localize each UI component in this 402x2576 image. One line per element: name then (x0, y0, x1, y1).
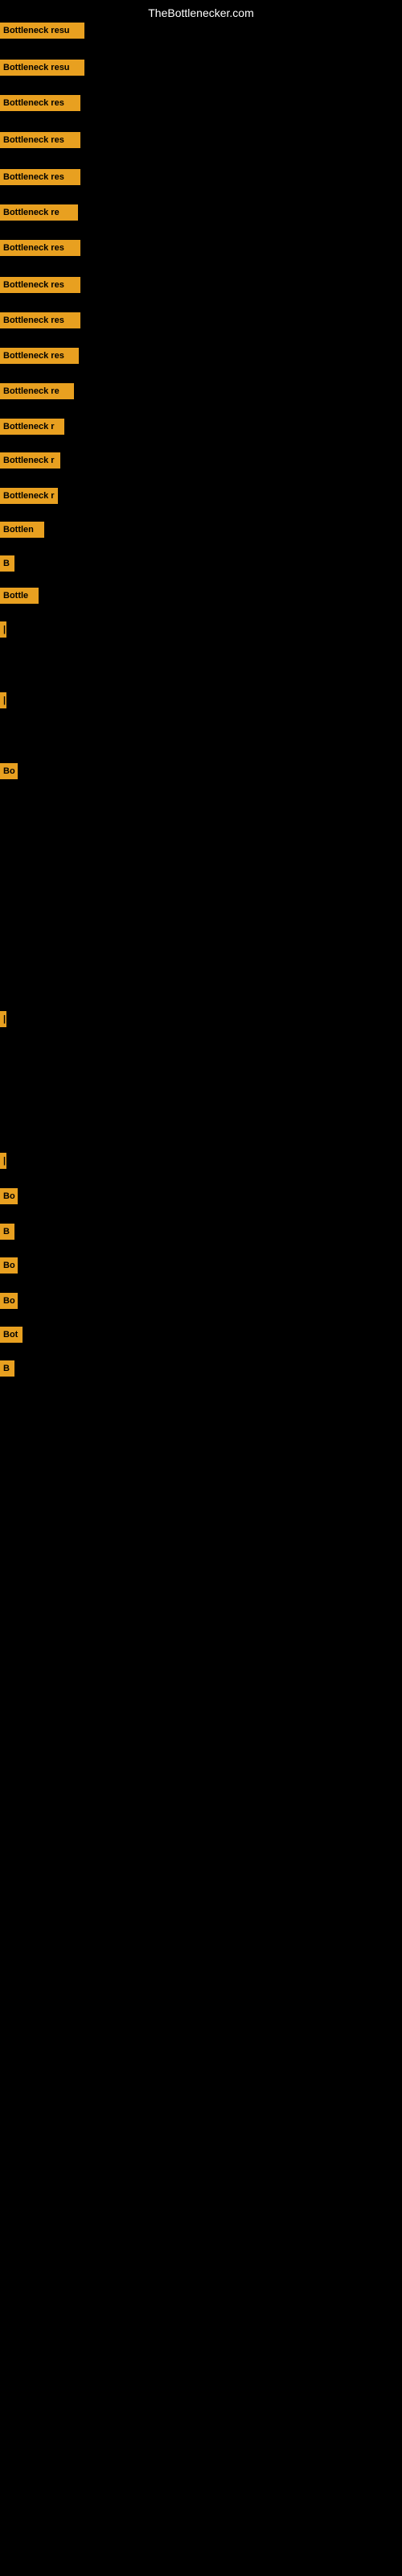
bar-label: Bottleneck r (0, 419, 64, 435)
bar-label: | (0, 1153, 6, 1169)
bar-item: Bottlen (0, 522, 44, 538)
bar-item: B (0, 1224, 14, 1240)
bar-item: Bottleneck res (0, 348, 79, 364)
bar-label: Bo (0, 1188, 18, 1204)
bar-label: Bottleneck r (0, 452, 60, 469)
bar-item: Bottleneck res (0, 277, 80, 293)
bar-label: | (0, 692, 6, 708)
bar-label: Bottleneck res (0, 312, 80, 328)
bar-label: Bottleneck res (0, 169, 80, 185)
bar-label: Bottleneck res (0, 240, 80, 256)
bar-item: Bottleneck res (0, 132, 80, 148)
bar-item: Bottleneck res (0, 312, 80, 328)
bar-label: Bottleneck re (0, 204, 78, 221)
bar-label: Bottleneck resu (0, 23, 84, 39)
bar-label: Bottle (0, 588, 39, 604)
bar-item: Bottleneck res (0, 240, 80, 256)
bar-item: Bottleneck r (0, 488, 58, 504)
bar-item: B (0, 555, 14, 572)
bar-label: Bo (0, 1257, 18, 1274)
bar-label: Bot (0, 1327, 23, 1343)
bar-label: Bo (0, 763, 18, 779)
bar-label: B (0, 1360, 14, 1377)
bar-item: Bo (0, 763, 18, 779)
bar-item: Bottleneck res (0, 95, 80, 111)
bar-item: Bo (0, 1257, 18, 1274)
bar-label: | (0, 1011, 6, 1027)
bar-label: Bo (0, 1293, 18, 1309)
bar-item: | (0, 621, 6, 638)
bar-item: Bottleneck res (0, 169, 80, 185)
bar-label: Bottleneck re (0, 383, 74, 399)
bar-label: B (0, 1224, 14, 1240)
bar-label: Bottlen (0, 522, 44, 538)
bar-item: | (0, 1153, 6, 1169)
bar-item: Bottleneck re (0, 204, 78, 221)
bar-item: Bot (0, 1327, 23, 1343)
bar-item: Bottleneck r (0, 452, 60, 469)
bar-item: Bottleneck r (0, 419, 64, 435)
bar-item: | (0, 692, 6, 708)
bar-item: B (0, 1360, 14, 1377)
bar-item: | (0, 1011, 6, 1027)
bar-item: Bottleneck resu (0, 60, 84, 76)
bar-label: Bottleneck res (0, 348, 79, 364)
bar-label: B (0, 555, 14, 572)
bar-item: Bottle (0, 588, 39, 604)
bar-item: Bo (0, 1188, 18, 1204)
bar-label: | (0, 621, 6, 638)
bar-item: Bo (0, 1293, 18, 1309)
bar-item: Bottleneck re (0, 383, 74, 399)
bar-label: Bottleneck resu (0, 60, 84, 76)
bar-label: Bottleneck res (0, 132, 80, 148)
bar-item: Bottleneck resu (0, 23, 84, 39)
bar-label: Bottleneck r (0, 488, 58, 504)
bar-label: Bottleneck res (0, 95, 80, 111)
bar-label: Bottleneck res (0, 277, 80, 293)
